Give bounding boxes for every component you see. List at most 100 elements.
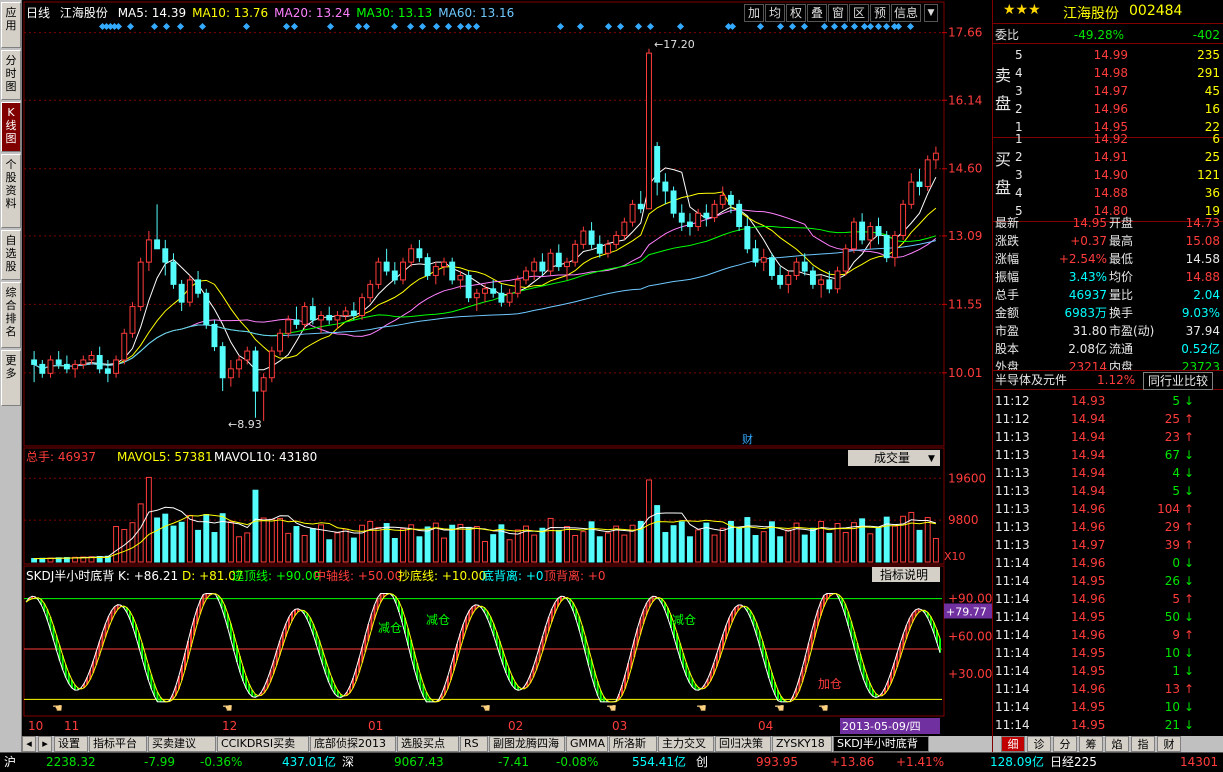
candle-body — [695, 212, 702, 228]
volume-bar — [137, 503, 144, 563]
candle-body — [121, 332, 128, 361]
stat-row: 最新 14.95 开盘 14.73 — [993, 214, 1223, 232]
tab-5[interactable]: 选股买点 — [397, 736, 459, 752]
volume-bar — [252, 489, 259, 563]
sidebar-btn-3[interactable]: 个股资料 — [1, 154, 21, 228]
candle-body — [244, 350, 251, 361]
stat-row: 股本 2.08亿 流通 0.52亿 — [993, 340, 1223, 358]
tool-menu-arrow[interactable]: ▼ — [924, 4, 938, 22]
sidebar-btn-6[interactable]: 更多 — [1, 350, 21, 406]
status-item: -0.08% — [556, 755, 599, 769]
tab-13[interactable]: SKDJ半小时底背 — [833, 736, 929, 752]
candle-body — [752, 248, 759, 263]
bid-row[interactable]: 3 14.90 121 — [993, 166, 1223, 184]
candle-body — [646, 52, 652, 210]
tab-6[interactable]: RS — [460, 736, 488, 752]
bid-row[interactable]: 1 14.92 6 — [993, 130, 1223, 148]
tab-4[interactable]: 底部侦探2013 — [310, 736, 396, 752]
arrow-down-icon: ↓ — [1183, 718, 1194, 732]
indicator-help-label: 指标说明 — [880, 567, 928, 582]
panel-tab-6[interactable]: 财 — [1157, 736, 1181, 752]
candle-body — [801, 261, 808, 272]
tab-0[interactable]: 设置 — [54, 736, 88, 752]
tab-10[interactable]: 主力交叉 — [658, 736, 714, 752]
signal-diamond — [406, 22, 415, 31]
tab-12[interactable]: ZYSKY18 — [772, 736, 832, 752]
arrow-down-icon: ↓ — [1183, 610, 1194, 624]
tab-7[interactable]: 副图龙腾四海 — [489, 736, 565, 752]
stat-row: 振幅 3.43% 均价 14.88 — [993, 268, 1223, 286]
volume-bar — [236, 536, 243, 563]
panel-tab-5[interactable]: 指 — [1131, 736, 1155, 752]
toolbar-btn-0[interactable]: 加 — [744, 4, 764, 22]
tab-scroll-right[interactable]: ▸ — [38, 736, 52, 752]
tab-11[interactable]: 回归决策 — [715, 736, 771, 752]
ask-row[interactable]: 5 14.99 235 — [993, 46, 1223, 64]
ask-row[interactable]: 3 14.97 45 — [993, 82, 1223, 100]
indicator-tick-label: +30.00 — [948, 667, 992, 681]
panel-tab-3[interactable]: 筹 — [1079, 736, 1103, 752]
arrow-down-icon: ↓ — [1183, 466, 1194, 480]
candle-body — [63, 363, 70, 370]
tab-1[interactable]: 指标平台 — [89, 736, 147, 752]
toolbar-btn-7[interactable]: 信息 — [891, 4, 921, 22]
ask-volume: 291 — [1197, 66, 1220, 80]
volume-bar — [916, 529, 923, 563]
tick-volume: 10 — [1164, 646, 1180, 660]
stat-value: 15.08 — [1185, 234, 1220, 248]
sidebar-btn-1[interactable]: 分时图 — [1, 50, 21, 100]
volume-bar — [211, 532, 218, 563]
weibi-label: 委比 — [995, 28, 1020, 42]
volume-bar — [186, 514, 193, 563]
tab-3[interactable]: CCIKDRSI买卖 — [217, 736, 309, 752]
panel-tab-1[interactable]: 诊 — [1027, 736, 1051, 752]
bid-row[interactable]: 4 14.88 36 — [993, 184, 1223, 202]
bid-volume: 36 — [1204, 186, 1220, 200]
panel-tab-4[interactable]: 焰 — [1105, 736, 1129, 752]
ask-row[interactable]: 4 14.98 291 — [993, 64, 1223, 82]
candle-body — [744, 226, 751, 250]
rating-stars-icon: ★★★ — [1003, 2, 1041, 18]
toolbar-btn-1[interactable]: 均 — [765, 4, 785, 22]
high-price-mark: ←17.20 — [654, 38, 695, 51]
ask-level: 2 — [1015, 102, 1023, 116]
tab-9[interactable]: 所洛斯 — [609, 736, 657, 752]
peer-compare-button[interactable]: 同行业比较 — [1143, 372, 1214, 390]
sidebar-btn-2[interactable]: K线图 — [1, 102, 21, 152]
ask-volume: 235 — [1197, 48, 1220, 62]
sidebar-btn-5[interactable]: 综合排名 — [1, 282, 21, 348]
signal-diamond — [676, 22, 685, 31]
stat-label: 最低 — [1109, 252, 1134, 266]
panel-tab-0[interactable]: 细 — [1001, 736, 1025, 752]
sidebar-label: K线图 — [5, 106, 17, 145]
arrow-down-icon: ↓ — [1183, 664, 1194, 678]
tick-time: 11:14 — [995, 682, 1030, 696]
kline-chart-area[interactable]: 17.66 16.14 14.60 13.09 11.55 10.01 ←17.20 ←8.9… — [22, 0, 992, 764]
ask-row[interactable]: 2 14.96 16 — [993, 100, 1223, 118]
date-label: 04 — [758, 719, 773, 733]
volume-bar — [867, 533, 874, 563]
indicator-signal-label: 减仓 — [672, 613, 696, 627]
stat-value: 3.43% — [1068, 270, 1107, 284]
toolbar-btn-4[interactable]: 窗 — [828, 4, 848, 22]
tick-price: 14.96 — [1071, 628, 1106, 642]
sidebar-label: 自选股 — [5, 234, 17, 273]
tab-scroll-left[interactable]: ◂ — [22, 736, 36, 752]
sector-name[interactable]: 半导体及元件 — [995, 371, 1067, 389]
price-tick-label: 10.01 — [948, 366, 982, 380]
panel-tab-2[interactable]: 分 — [1053, 736, 1077, 752]
toolbar-btn-6[interactable]: 预 — [870, 4, 890, 22]
bid-row[interactable]: 2 14.91 25 — [993, 148, 1223, 166]
toolbar-btn-5[interactable]: 区 — [849, 4, 869, 22]
toolbar-btn-3[interactable]: 叠 — [807, 4, 827, 22]
tab-2[interactable]: 买卖建议 — [148, 736, 216, 752]
volume-bar — [498, 524, 505, 563]
toolbar-btn-2[interactable]: 权 — [786, 4, 806, 22]
chart-canvas[interactable]: 17.66 16.14 14.60 13.09 11.55 10.01 ←17.20 ←8.9… — [22, 0, 992, 736]
sidebar-btn-0[interactable]: 应用 — [1, 2, 21, 48]
volume-bar — [875, 526, 882, 563]
sidebar-btn-4[interactable]: 自选股 — [1, 230, 21, 280]
tab-8[interactable]: GMMA — [566, 736, 608, 752]
candle-body — [203, 292, 210, 325]
candle-body — [457, 274, 464, 281]
